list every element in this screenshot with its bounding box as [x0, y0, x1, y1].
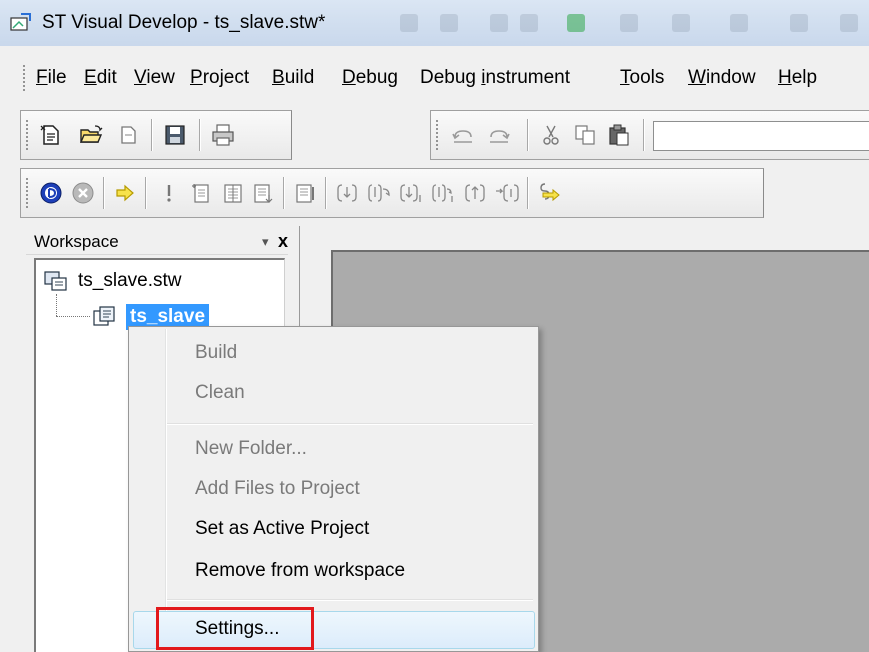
menu-bar: File Edit View Project Build Debug Debug… — [0, 56, 869, 98]
ghost-toolbar-icon — [400, 14, 418, 32]
toolbar-grip[interactable] — [25, 177, 30, 209]
build-icon[interactable] — [221, 181, 245, 205]
ghost-toolbar-icon — [440, 14, 458, 32]
menu-item-set-active-project[interactable]: Set as Active Project — [195, 517, 369, 541]
context-menu-gutter — [165, 329, 166, 649]
print-icon[interactable] — [211, 123, 235, 147]
copy-icon[interactable] — [573, 123, 597, 147]
toolbar-separator — [151, 119, 152, 151]
ghost-toolbar-icon — [840, 14, 858, 32]
menu-view[interactable]: View — [134, 67, 175, 89]
paste-icon[interactable] — [607, 123, 631, 147]
new-workspace-icon[interactable] — [117, 123, 141, 147]
toolbar-row-2 — [0, 168, 869, 220]
context-menu-separator — [167, 423, 533, 425]
ghost-run-icon — [567, 14, 585, 32]
stop-build-icon[interactable] — [537, 181, 561, 205]
toolbar-separator — [325, 177, 326, 209]
context-menu-separator — [167, 599, 533, 601]
title-bar: ST Visual Develop - ts_slave.stw* — [0, 0, 869, 46]
redo-icon[interactable] — [487, 123, 511, 147]
menu-item-add-files[interactable]: Add Files to Project — [195, 477, 360, 501]
ghost-toolbar-icon — [730, 14, 748, 32]
ghost-toolbar-icon — [790, 14, 808, 32]
find-combo[interactable] — [653, 121, 869, 151]
menu-debug[interactable]: Debug — [342, 67, 398, 89]
toolbar-separator — [145, 177, 146, 209]
compile-icon[interactable] — [189, 181, 213, 205]
toolbar-grip[interactable] — [435, 119, 440, 151]
ghost-toolbar-icon — [490, 14, 508, 32]
step-over-icon[interactable] — [367, 181, 391, 205]
toolbar-separator — [527, 177, 528, 209]
new-file-icon[interactable] — [39, 123, 63, 147]
ghost-toolbar-icon — [620, 14, 638, 32]
debug-start-icon[interactable] — [39, 181, 63, 205]
context-menu: Build Clean New Folder... Add Files to P… — [128, 326, 539, 652]
menu-item-clean[interactable]: Clean — [195, 381, 245, 405]
menu-debug-instrument[interactable]: Debug instrument — [420, 67, 570, 89]
window-title: ST Visual Develop - ts_slave.stw* — [42, 12, 326, 33]
menu-item-remove-from-workspace[interactable]: Remove from workspace — [195, 559, 405, 583]
toolbar-separator — [199, 119, 200, 151]
standard-toolbar — [20, 110, 292, 160]
step-over-instr-icon[interactable] — [431, 181, 455, 205]
toolbar-row-1 — [0, 110, 869, 162]
open-folder-icon[interactable] — [79, 123, 103, 147]
debug-stop-icon[interactable] — [71, 181, 95, 205]
step-into-icon[interactable] — [335, 181, 359, 205]
project-file-icon — [93, 306, 115, 326]
app-icon — [10, 13, 31, 31]
tree-connector — [56, 316, 90, 317]
run-to-cursor-icon[interactable] — [495, 181, 519, 205]
run-arrow-icon[interactable] — [113, 181, 137, 205]
toolbar-separator — [283, 177, 284, 209]
settings-highlight-box — [156, 607, 314, 650]
step-into-instr-icon[interactable] — [399, 181, 423, 205]
menu-file[interactable]: File — [36, 67, 67, 89]
save-icon[interactable] — [163, 123, 187, 147]
workspace-file-icon — [44, 271, 67, 291]
menu-item-new-folder[interactable]: New Folder... — [195, 437, 307, 461]
rebuild-icon[interactable] — [251, 181, 275, 205]
step-out-icon[interactable] — [463, 181, 487, 205]
ghost-toolbar-icon — [672, 14, 690, 32]
toolbar-separator — [527, 119, 528, 151]
tree-item-workspace-label: ts_slave.stw — [78, 270, 182, 291]
menu-project[interactable]: Project — [190, 67, 249, 89]
toolbar-grip[interactable] — [25, 119, 30, 151]
cut-icon[interactable] — [539, 123, 563, 147]
exclamation-icon[interactable] — [157, 181, 181, 205]
edit-toolbar — [430, 110, 869, 160]
menu-item-build[interactable]: Build — [195, 341, 237, 365]
menu-edit[interactable]: Edit — [84, 67, 117, 89]
workspace-dropdown-icon[interactable]: ▾ — [262, 232, 269, 252]
menu-window[interactable]: Window — [688, 67, 756, 89]
workspace-close-button[interactable]: x — [278, 230, 288, 252]
workspace-title: Workspace — [34, 232, 119, 251]
ghost-toolbar-icon — [520, 14, 538, 32]
menu-help[interactable]: Help — [778, 67, 817, 89]
menu-build[interactable]: Build — [272, 67, 314, 89]
undo-icon[interactable] — [451, 123, 475, 147]
debug-toolbar — [20, 168, 764, 218]
toolbar-separator — [643, 119, 644, 151]
batch-build-icon[interactable] — [293, 181, 317, 205]
workspace-header: Workspace ▾ x — [26, 230, 288, 255]
menu-tools[interactable]: Tools — [620, 67, 664, 89]
toolbar-separator — [103, 177, 104, 209]
menubar-grip[interactable] — [22, 64, 27, 92]
tree-connector — [56, 294, 57, 316]
